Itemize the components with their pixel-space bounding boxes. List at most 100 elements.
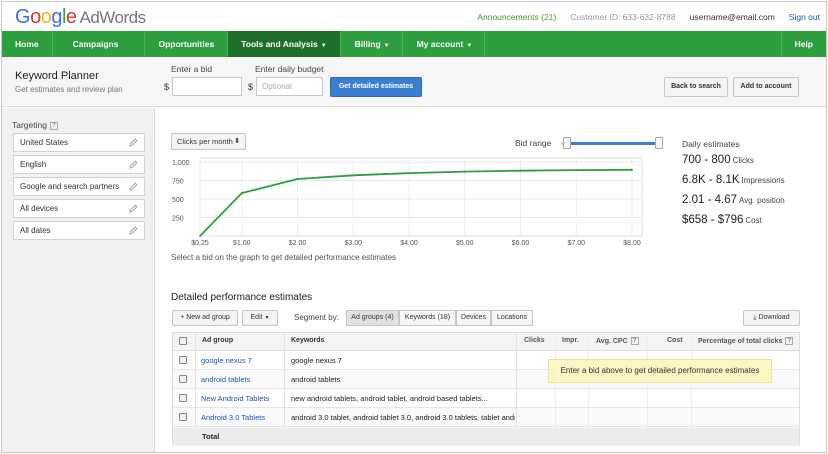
keywords-cell: android 3.0 tablet, android tablet 3.0, … [291, 413, 515, 422]
daily-estimates-title: Daily estimates [682, 139, 740, 149]
table-row[interactable]: Android 3.0 Tablets android 3.0 tablet, … [173, 408, 799, 427]
col-avg-cpc[interactable]: Avg. CPC ? [596, 337, 639, 345]
download-icon: ⤓ [753, 314, 757, 321]
col-cost[interactable]: Cost [667, 337, 683, 344]
select-all-checkbox[interactable] [179, 337, 187, 345]
row-checkbox[interactable] [179, 375, 187, 383]
ad-group-link[interactable]: Android 3.0 Tablets [201, 413, 285, 422]
row-checkbox[interactable] [179, 356, 187, 364]
logo-google-text: Google [15, 6, 77, 28]
targeting-devices[interactable]: All devices [13, 199, 145, 218]
ad-group-link[interactable]: google nexus 7 [201, 356, 285, 365]
page-title: Keyword Planner [15, 70, 99, 82]
ad-group-link[interactable]: android tablets [201, 375, 285, 384]
bid-range-label: Bid range [515, 138, 552, 148]
help-icon[interactable]: ? [630, 337, 639, 345]
pencil-icon[interactable] [129, 160, 138, 169]
nav-billing[interactable]: Billing ▼ [341, 31, 403, 57]
keywords-cell: new android tablets, android tablet, and… [291, 394, 488, 403]
bid-range-handle-high[interactable] [655, 137, 663, 149]
targeting-location[interactable]: United States [13, 133, 145, 152]
ad-group-link[interactable]: New Android Tablets [201, 394, 285, 403]
keywords-cell: android tablets [291, 375, 341, 384]
col-pct-clicks[interactable]: Percentage of total clicks ? [698, 337, 794, 345]
y-tick-label: 750 [172, 179, 184, 186]
segment-locations[interactable]: Locations [491, 310, 533, 326]
x-tick-label: $6.00 [512, 240, 530, 247]
row-checkbox[interactable] [179, 394, 187, 402]
announcements-link[interactable]: Announcements (21) [477, 12, 556, 22]
metric-select[interactable]: Clicks per month ⬍ [171, 133, 246, 150]
performance-title: Detailed performance estimates [171, 292, 313, 303]
get-detailed-estimates-button[interactable]: Get detailed estimates [330, 77, 422, 97]
new-ad-group-button[interactable]: + New ad group [172, 310, 238, 326]
pencil-icon[interactable] [129, 204, 138, 213]
data-point [519, 169, 522, 172]
estimate-clicks: 700 - 800 Clicks [682, 154, 754, 166]
nav-my-account-label: My account [416, 39, 464, 49]
col-impr[interactable]: Impr. [562, 337, 579, 344]
data-point [631, 168, 633, 171]
bid-input[interactable] [172, 77, 242, 96]
pencil-icon[interactable] [129, 138, 138, 147]
nav-help[interactable]: Help [780, 31, 826, 57]
nav-tools-and-analysis[interactable]: Tools and Analysis ▼ [228, 31, 341, 57]
estimate-clicks-value: 700 - 800 [682, 154, 731, 166]
nav-tools-label: Tools and Analysis [241, 39, 318, 49]
column-divider [284, 333, 285, 428]
row-checkbox[interactable] [179, 413, 187, 421]
segment-label: Segment by: [294, 313, 339, 322]
col-keywords[interactable]: Keywords [291, 337, 324, 344]
targeting-label: Targeting [12, 120, 47, 130]
adwords-logo[interactable]: Google AdWords [15, 6, 146, 29]
estimate-position: 2.01 - 4.67 Avg. position [682, 194, 785, 206]
segment-ad-groups[interactable]: Ad groups (4) [346, 310, 399, 326]
estimate-cost-value: $658 - $796 [682, 214, 744, 226]
edit-menu-button[interactable]: Edit ▼ [242, 310, 278, 326]
clicks-chart[interactable]: 250 500 750 1,000 $0.25 $1.00 $2.00 $3.00 $4.00 $… [170, 154, 650, 248]
y-tick-label: 250 [172, 216, 184, 223]
customer-id: Customer ID: 633-632-8788 [570, 12, 676, 22]
pencil-icon[interactable] [129, 226, 138, 235]
username-menu[interactable]: username@email.com [690, 12, 775, 22]
daily-budget-input[interactable] [256, 77, 323, 96]
data-point [240, 192, 243, 194]
caret-down-icon: ▼ [264, 315, 270, 321]
segment-devices[interactable]: Devices [456, 310, 491, 326]
back-to-search-button[interactable]: Back to search [664, 77, 728, 97]
x-tick-label: $0.25 [191, 240, 209, 247]
nav-campaigns-label: Campaigns [72, 39, 119, 49]
help-icon[interactable]: ? [785, 337, 794, 345]
main-nav: Home Campaigns Opportunities Tools and A… [2, 31, 826, 57]
data-point [575, 169, 578, 172]
targeting-dates[interactable]: All dates [13, 221, 145, 240]
targeting-language[interactable]: English [13, 155, 145, 174]
estimate-cost: $658 - $796 Cost [682, 214, 762, 226]
clicks-series-line [199, 168, 633, 237]
chart-hint: Select a bid on the graph to get detaile… [171, 253, 397, 262]
logo-product-text: AdWords [79, 8, 147, 27]
sign-out-link[interactable]: Sign out [789, 12, 820, 22]
nav-campaigns[interactable]: Campaigns [53, 31, 146, 57]
bid-range-handle-low[interactable] [563, 137, 572, 149]
estimate-position-value: 2.01 - 4.67 [682, 194, 737, 206]
download-button[interactable]: ⤓ Download [743, 310, 800, 326]
segment-keywords[interactable]: Keywords (18) [399, 310, 456, 326]
nav-my-account[interactable]: My account ▼ [403, 31, 486, 57]
estimate-impressions: 6.8K - 8.1K Impressions [682, 174, 785, 186]
col-ad-group[interactable]: Ad group [202, 337, 233, 344]
table-row[interactable]: New Android Tablets new android tablets,… [173, 389, 799, 408]
help-icon[interactable]: ? [49, 122, 58, 130]
x-tick-label: $3.00 [345, 240, 363, 247]
nav-opportunities[interactable]: Opportunities [145, 31, 229, 57]
pencil-icon[interactable] [129, 182, 138, 191]
bid-currency: $ [164, 82, 170, 92]
add-to-account-button[interactable]: Add to account [733, 77, 799, 97]
column-divider [516, 333, 517, 428]
targeting-network-label: Google and search partners [20, 182, 120, 191]
col-clicks[interactable]: Clicks [524, 337, 545, 344]
y-tick-label: 500 [172, 197, 184, 204]
targeting-network[interactable]: Google and search partners [13, 177, 145, 196]
x-tick-label: $1.00 [233, 240, 251, 247]
nav-home[interactable]: Home [2, 31, 53, 57]
